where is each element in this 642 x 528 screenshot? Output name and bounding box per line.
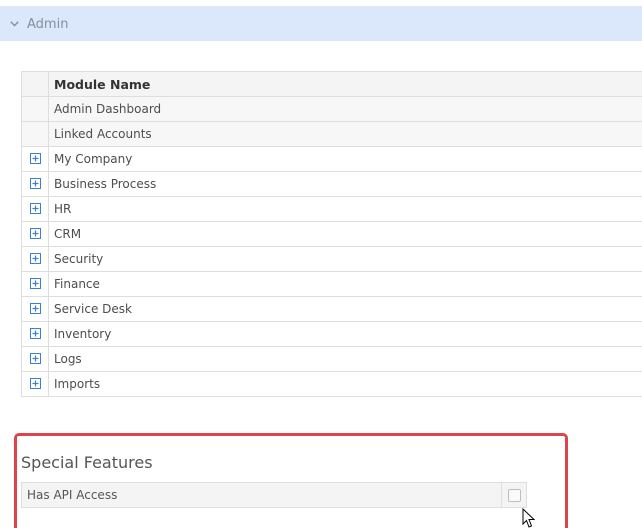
plus-box-icon[interactable] xyxy=(29,228,41,239)
expand-cell[interactable] xyxy=(21,171,49,197)
table-row: My Company xyxy=(21,146,642,172)
expand-column-header xyxy=(21,71,49,97)
expand-cell[interactable] xyxy=(21,371,49,397)
expand-cell[interactable] xyxy=(21,196,49,222)
modules-table: Module Name Admin Dashboard Linked Accoun… xyxy=(21,71,642,397)
table-row: Business Process xyxy=(21,171,642,197)
expand-cell[interactable] xyxy=(21,346,49,372)
module-name-cell: Finance xyxy=(48,271,642,297)
module-name-cell: Imports xyxy=(48,371,642,397)
expand-cell[interactable] xyxy=(21,246,49,272)
module-name-cell: Business Process xyxy=(48,171,642,197)
module-name-cell: Admin Dashboard xyxy=(48,96,642,122)
plus-box-icon[interactable] xyxy=(29,203,41,214)
plus-box-icon[interactable] xyxy=(29,253,41,264)
module-name-cell: My Company xyxy=(48,146,642,172)
module-name-cell: Linked Accounts xyxy=(48,121,642,147)
table-row: CRM xyxy=(21,221,642,247)
feature-label: Has API Access xyxy=(22,483,502,507)
table-row: Logs xyxy=(21,346,642,372)
table-row: Inventory xyxy=(21,321,642,347)
module-name-cell: Inventory xyxy=(48,321,642,347)
module-name-cell: CRM xyxy=(48,221,642,247)
module-name-cell: Logs xyxy=(48,346,642,372)
plus-box-icon[interactable] xyxy=(29,328,41,339)
expand-cell xyxy=(21,121,49,147)
plus-box-icon[interactable] xyxy=(29,153,41,164)
feature-row-has-api-access: Has API Access xyxy=(21,482,527,508)
table-row: Service Desk xyxy=(21,296,642,322)
plus-box-icon[interactable] xyxy=(29,378,41,389)
mouse-cursor-icon xyxy=(522,508,536,528)
plus-box-icon[interactable] xyxy=(29,353,41,364)
plus-box-icon[interactable] xyxy=(29,303,41,314)
special-features-highlight xyxy=(14,433,568,528)
plus-box-icon[interactable] xyxy=(29,178,41,189)
chevron-down-icon[interactable] xyxy=(9,19,19,29)
module-name-cell: Service Desk xyxy=(48,296,642,322)
admin-section-title: Admin xyxy=(27,16,69,32)
table-row: Security xyxy=(21,246,642,272)
plus-box-icon[interactable] xyxy=(29,278,41,289)
expand-cell[interactable] xyxy=(21,321,49,347)
table-row: Linked Accounts xyxy=(21,121,642,147)
module-rows: Admin Dashboard Linked Accounts My Company… xyxy=(21,96,642,397)
module-name-column-header: Module Name xyxy=(48,71,642,97)
expand-cell[interactable] xyxy=(21,296,49,322)
expand-cell[interactable] xyxy=(21,221,49,247)
table-row: Admin Dashboard xyxy=(21,96,642,122)
admin-section-header[interactable]: Admin xyxy=(0,7,642,41)
expand-cell[interactable] xyxy=(21,271,49,297)
module-name-cell: HR xyxy=(48,196,642,222)
table-row: Imports xyxy=(21,371,642,397)
expand-cell[interactable] xyxy=(21,146,49,172)
table-header-row: Module Name xyxy=(21,71,642,97)
module-name-cell: Security xyxy=(48,246,642,272)
expand-cell xyxy=(21,96,49,122)
has-api-access-checkbox[interactable] xyxy=(507,488,521,502)
table-row: Finance xyxy=(21,271,642,297)
top-strip xyxy=(0,0,642,7)
special-features-title: Special Features xyxy=(21,453,153,472)
feature-checkbox-cell xyxy=(502,483,526,507)
table-row: HR xyxy=(21,196,642,222)
